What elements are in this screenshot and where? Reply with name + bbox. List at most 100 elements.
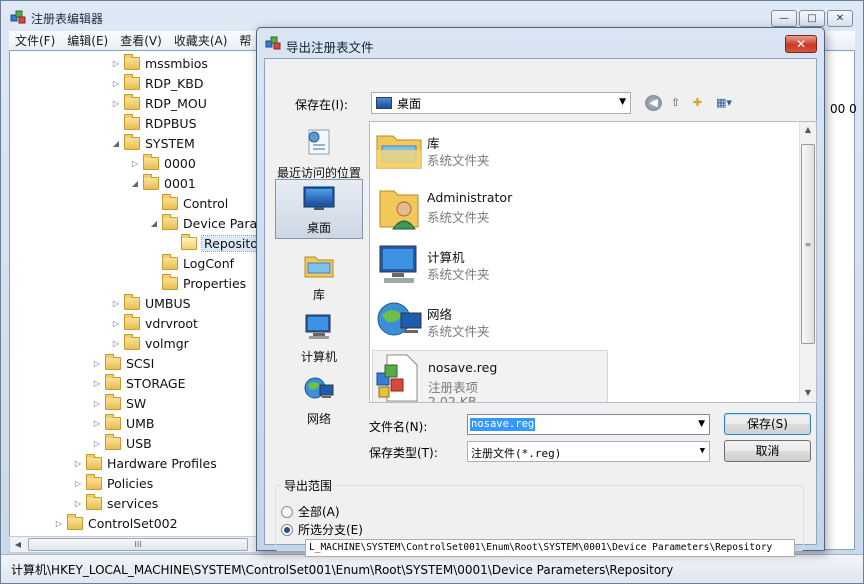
network-icon	[377, 302, 422, 336]
tree-item[interactable]: ◢ 0001	[129, 173, 196, 193]
tree-item[interactable]: ▷ SW	[91, 393, 146, 413]
expand-arrow-icon[interactable]: ▷	[129, 159, 141, 168]
tree-item[interactable]: ▷ vdrvroot	[110, 313, 198, 333]
tree-item[interactable]: ▷ STORAGE	[91, 373, 186, 393]
back-arrow-icon[interactable]: ◀	[645, 95, 662, 111]
expand-arrow-icon[interactable]: ▷	[110, 59, 122, 68]
tree-item[interactable]: ▷ services	[72, 493, 158, 513]
scroll-thumb[interactable]: ≡	[801, 144, 815, 344]
status-bar: 计算机\HKEY_LOCAL_MACHINE\SYSTEM\ControlSet…	[1, 554, 863, 583]
tree-item[interactable]: RDPBUS	[110, 113, 197, 133]
expand-arrow-icon[interactable]: ▷	[72, 479, 84, 488]
tree-item[interactable]: ▷ RDP_MOU	[110, 93, 207, 113]
registry-tree[interactable]: ▷ mssmbios ▷ RDP_KBD ▷ RDP_MOU RDPBUS ◢ SYSTEM ▷ 0…	[9, 50, 257, 550]
tree-item[interactable]: ▷ USB	[91, 433, 152, 453]
tree-item[interactable]: ▷ UMB	[91, 413, 155, 433]
tree-item[interactable]: ◢ Device Paran	[148, 213, 256, 233]
save-button[interactable]: 保存(S)	[724, 413, 811, 435]
scroll-thumb[interactable]: III	[28, 538, 248, 551]
tree-item[interactable]: ▷ SCSI	[91, 353, 154, 373]
file-item-network[interactable]: 网络 系统文件夹	[372, 295, 608, 349]
expand-arrow-icon[interactable]: ▷	[110, 79, 122, 88]
expand-arrow-icon[interactable]: ▷	[91, 359, 103, 368]
expand-arrow-icon[interactable]: ◢	[110, 139, 122, 148]
tree-item[interactable]: ▷ 0000	[129, 153, 196, 173]
filename-input[interactable]: nosave.reg ▼	[467, 414, 710, 435]
file-list[interactable]: 库 系统文件夹 Administrator 系统文件夹 计算机 系统文件夹 网络…	[369, 121, 817, 403]
range-selected-option[interactable]: 所选分支(E)	[281, 521, 363, 538]
tree-item-label: volmgr	[145, 335, 189, 351]
menu-view[interactable]: 查看(V)	[114, 32, 168, 49]
expand-arrow-icon[interactable]: ▷	[110, 99, 122, 108]
file-item-administrator[interactable]: Administrator 系统文件夹	[372, 181, 608, 235]
file-item-computer[interactable]: 计算机 系统文件夹	[372, 238, 608, 292]
expand-arrow-icon[interactable]: ▷	[91, 439, 103, 448]
place-network[interactable]: 网络	[275, 369, 363, 429]
folder-icon	[124, 133, 140, 150]
tree-item[interactable]: ▷ volmgr	[110, 333, 189, 353]
minimize-button[interactable]: —	[771, 10, 797, 27]
recent-places-icon	[308, 129, 330, 155]
filetype-select[interactable]: 注册文件(*.reg) ▼	[467, 441, 710, 462]
dialog-close-button[interactable]: ✕	[785, 35, 817, 53]
expand-arrow-icon[interactable]: ▷	[110, 319, 122, 328]
place-libraries[interactable]: 库	[275, 245, 363, 305]
expand-arrow-icon[interactable]: ▷	[53, 519, 65, 528]
folder-icon	[181, 233, 197, 250]
tree-item-label: mssmbios	[145, 55, 208, 71]
scroll-up-arrow-icon[interactable]: ▲	[800, 125, 816, 134]
folder-icon	[162, 213, 178, 230]
file-list-vertical-scrollbar[interactable]: ▲ ≡ ▼	[799, 122, 816, 402]
maximize-button[interactable]: □	[799, 10, 825, 27]
scroll-left-arrow-icon[interactable]: ◀	[11, 538, 25, 551]
expand-arrow-icon[interactable]: ◢	[148, 219, 160, 228]
tree-item[interactable]: Repositor	[167, 233, 256, 253]
selected-branch-input[interactable]: L_MACHINE\SYSTEM\ControlSet001\Enum\Root…	[305, 539, 795, 557]
expand-arrow-icon[interactable]: ▷	[110, 339, 122, 348]
menu-help[interactable]: 帮	[233, 32, 257, 49]
folder-icon	[105, 433, 121, 450]
tree-item[interactable]: ◢ SYSTEM	[110, 133, 195, 153]
save-in-combo[interactable]: 桌面 ▼	[371, 92, 631, 114]
radio-selected-label: 所选分支(E)	[298, 523, 363, 537]
up-folder-icon[interactable]: ⇧	[667, 95, 684, 111]
tree-horizontal-scrollbar[interactable]: ◀ III	[9, 536, 257, 553]
expand-arrow-icon[interactable]: ▷	[72, 499, 84, 508]
place-desktop[interactable]: 桌面	[275, 179, 363, 239]
menu-favorites[interactable]: 收藏夹(A)	[168, 32, 234, 49]
place-recent[interactable]: 最近访问的位置	[275, 121, 363, 181]
tree-item[interactable]: ▷ Policies	[72, 473, 153, 493]
tree-item[interactable]: ▷ ControlSet002	[53, 513, 178, 533]
radio-all[interactable]	[281, 505, 293, 518]
expand-arrow-icon[interactable]: ▷	[72, 459, 84, 468]
tree-item[interactable]: ▷ mssmbios	[110, 53, 208, 73]
tree-item[interactable]: Control	[148, 193, 228, 213]
tree-item[interactable]: ▷ RDP_KBD	[110, 73, 204, 93]
file-item-libraries[interactable]: 库 系统文件夹	[372, 124, 608, 178]
expand-arrow-icon[interactable]: ▷	[91, 379, 103, 388]
close-button[interactable]: ✕	[827, 10, 853, 27]
radio-selected-branch[interactable]	[281, 523, 293, 536]
tree-item[interactable]: LogConf	[148, 253, 234, 273]
tree-item[interactable]: ▷ Hardware Profiles	[72, 453, 217, 473]
tree-item[interactable]: Properties	[148, 273, 246, 293]
tree-item[interactable]: ▷ UMBUS	[110, 293, 191, 313]
scroll-down-arrow-icon[interactable]: ▼	[800, 388, 816, 397]
folder-icon	[105, 413, 121, 430]
cancel-button[interactable]: 取消	[724, 440, 811, 462]
new-folder-icon[interactable]: ✚	[689, 95, 706, 111]
expand-arrow-icon[interactable]: ▷	[110, 299, 122, 308]
chevron-down-icon[interactable]: ▼	[698, 419, 705, 429]
library-folder-icon	[376, 135, 422, 169]
view-menu-icon[interactable]: ▦▾	[711, 95, 737, 111]
range-all-option[interactable]: 全部(A)	[281, 503, 340, 520]
tree-item-label: 0001	[164, 175, 196, 191]
file-item-nosave-reg[interactable]: nosave.reg 注册表项 2.02 KB	[372, 350, 608, 402]
expand-arrow-icon[interactable]: ◢	[129, 179, 141, 188]
save-in-label: 保存在(I):	[295, 98, 348, 112]
place-computer[interactable]: 计算机	[275, 307, 363, 367]
expand-arrow-icon[interactable]: ▷	[91, 419, 103, 428]
expand-arrow-icon[interactable]: ▷	[91, 399, 103, 408]
menu-file[interactable]: 文件(F)	[9, 32, 61, 49]
menu-edit[interactable]: 编辑(E)	[61, 32, 114, 49]
